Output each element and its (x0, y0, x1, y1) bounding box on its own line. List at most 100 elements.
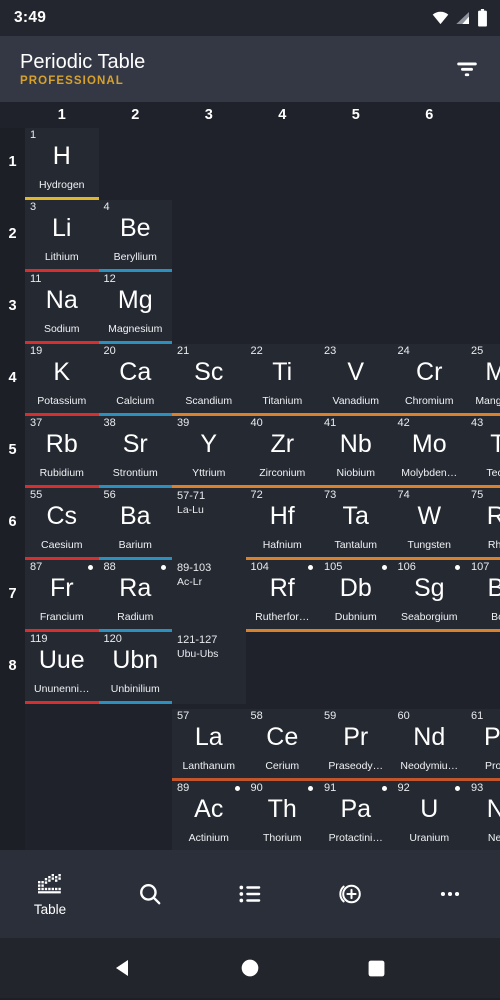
element-cell-Tc[interactable]: 43 Tc Tech… (466, 416, 500, 488)
element-cell-Pr[interactable]: 59 Pr Praseody… (319, 709, 393, 782)
atomic-number: 93 (471, 782, 484, 795)
app-title-block: Periodic Table PROFESSIONAL (20, 51, 145, 87)
element-cell-Th[interactable]: 90 Th Thorium (245, 781, 319, 850)
element-name: Chromium (405, 395, 454, 407)
column-header-1: 1 (57, 107, 66, 123)
bottom-navigation[interactable]: Table (0, 850, 500, 938)
element-symbol: Sr (122, 430, 148, 458)
row-label-5: 5 (8, 442, 17, 458)
list-icon (237, 881, 263, 907)
atomic-number: 88 (103, 561, 116, 573)
element-cell-Li[interactable]: 3 Li Lithium (25, 200, 99, 272)
element-name: Scandium (185, 395, 233, 407)
element-name: Prom… (484, 760, 500, 773)
element-cell-Sr[interactable]: 38 Sr Strontium (98, 416, 172, 488)
atomic-number: 90 (250, 782, 263, 795)
element-cell-Mg[interactable]: 12 Mg Magnesium (98, 272, 172, 344)
element-cell-Re[interactable]: 75Re Rhe… (466, 488, 500, 560)
element-symbol: Tc (490, 430, 500, 458)
element-cell-V[interactable]: 23 V Vanadium (319, 344, 393, 416)
element-range-57-71[interactable]: 57-71 La-Lu (172, 488, 246, 560)
element-cell-Mn[interactable]: 25Mn Manganese (466, 344, 500, 416)
nav-item-search[interactable] (100, 850, 200, 938)
element-cell-Ta[interactable]: 73 Ta Tantalum (319, 488, 393, 560)
radioactive-indicator-icon (161, 565, 166, 570)
recents-square-icon[interactable] (354, 945, 400, 991)
element-cell-Cr[interactable]: 24 Cr Chromium (392, 344, 466, 416)
element-cell-Ca[interactable]: 20 Ca Calcium (98, 344, 172, 416)
wifi-icon (432, 11, 449, 24)
element-cell-Pm[interactable]: 61Pm Prom… (466, 709, 500, 782)
element-cell-Ac[interactable]: 89 Ac Actinium (172, 781, 246, 850)
element-symbol: Ce (266, 723, 299, 752)
element-name: Dubnium (334, 611, 377, 623)
app-bar: Periodic Table PROFESSIONAL (0, 36, 500, 102)
element-symbol: Ta (342, 502, 369, 530)
element-cell-Uue[interactable]: 119 Uue Ununenni… (25, 632, 99, 704)
element-cell-Rf[interactable]: 104 Rf Rutherfor… (245, 560, 319, 632)
range-numbers: 57-71 (177, 490, 206, 502)
element-cell-Cs[interactable]: 55 Cs Caesium (25, 488, 99, 560)
element-cell-Na[interactable]: 11 Na Sodium (25, 272, 99, 344)
element-symbol: Li (52, 214, 72, 242)
element-cell-Db[interactable]: 105 Db Dubnium (319, 560, 393, 632)
element-symbol: Rb (45, 430, 78, 458)
nav-item-add-circle[interactable] (300, 850, 400, 938)
element-cell-Fr[interactable]: 87 Fr Francium (25, 560, 99, 632)
element-name: Rutherfor… (255, 611, 310, 623)
element-cell-Nb[interactable]: 41 Nb Niobium (319, 416, 393, 488)
nav-item-list[interactable] (200, 850, 300, 938)
back-triangle-icon[interactable] (100, 945, 146, 991)
filter-icon[interactable] (450, 52, 484, 86)
element-cell-Zr[interactable]: 40 Zr Zirconium (245, 416, 319, 488)
nav-item-more-horizontal[interactable] (400, 850, 500, 938)
element-name: Sodium (43, 323, 80, 335)
element-grid[interactable]: 1 H Hydrogen 3 Li Lithium 4 Be Beryllium 11 Na Sodi… (25, 128, 500, 850)
element-name: Actinium (188, 832, 229, 845)
column-header-row: 1 2 3 4 5 6 (0, 102, 500, 128)
element-cell-Ba[interactable]: 56 Ba Barium (98, 488, 172, 560)
range-symbols: Ac-Lr (177, 576, 203, 588)
android-navigation-bar[interactable] (0, 938, 500, 998)
element-cell-H[interactable]: 1 H Hydrogen (25, 128, 99, 200)
row-label-7: 7 (8, 586, 17, 602)
nav-item-table[interactable]: Table (0, 850, 100, 938)
status-bar-clock: 3:49 (14, 9, 47, 26)
element-cell-U[interactable]: 92 U Uranium (392, 781, 466, 850)
element-cell-Pa[interactable]: 91 Pa Protactini… (319, 781, 393, 850)
add-circle-icon (336, 881, 364, 907)
element-cell-Ti[interactable]: 22 Ti Titanium (245, 344, 319, 416)
battery-icon (478, 9, 487, 27)
element-cell-Ubn[interactable]: 120 Ubn Unbinilium (98, 632, 172, 704)
element-symbol: Rf (269, 574, 295, 602)
element-cell-K[interactable]: 19 K Potassium (25, 344, 99, 416)
element-cell-W[interactable]: 74 W Tungsten (392, 488, 466, 560)
row-label-4: 4 (8, 370, 17, 386)
element-cell-Np[interactable]: 93Np Nep… (466, 781, 500, 850)
element-cell-Ce[interactable]: 58 Ce Cerium (245, 709, 319, 782)
column-header-5: 5 (351, 107, 360, 123)
home-circle-icon[interactable] (227, 945, 273, 991)
element-cell-Y[interactable]: 39 Y Yttrium (172, 416, 246, 488)
search-icon (137, 881, 163, 907)
atomic-number: 75 (471, 489, 484, 501)
status-bar-icons (432, 9, 488, 27)
element-cell-Ra[interactable]: 88 Ra Radium (98, 560, 172, 632)
element-range-121-127[interactable]: 121-127 Ubu-Ubs (172, 632, 246, 704)
element-symbol: Na (45, 286, 78, 314)
periodic-table[interactable]: 12345678 1 H Hydrogen 3 Li Lithium 4 Be Berylliu… (0, 128, 500, 850)
element-cell-Rb[interactable]: 37 Rb Rubidium (25, 416, 99, 488)
element-cell-Bh[interactable]: 107Bh Bo… (466, 560, 500, 632)
element-cell-La[interactable]: 57 La Lanthanum (172, 709, 246, 782)
element-symbol: K (53, 358, 71, 386)
element-cell-Mo[interactable]: 42 Mo Molybden… (392, 416, 466, 488)
element-range-89-103[interactable]: 89-103 Ac-Lr (172, 560, 246, 632)
element-cell-Sc[interactable]: 21 Sc Scandium (172, 344, 246, 416)
atomic-number: 74 (397, 489, 410, 501)
element-name: Hydrogen (38, 179, 85, 191)
element-cell-Hf[interactable]: 72 Hf Hafnium (245, 488, 319, 560)
element-cell-Sg[interactable]: 106 Sg Seaborgium (392, 560, 466, 632)
element-symbol: Zr (270, 430, 295, 458)
element-cell-Be[interactable]: 4 Be Beryllium (98, 200, 172, 272)
element-cell-Nd[interactable]: 60 Nd Neodymiu… (392, 709, 466, 782)
